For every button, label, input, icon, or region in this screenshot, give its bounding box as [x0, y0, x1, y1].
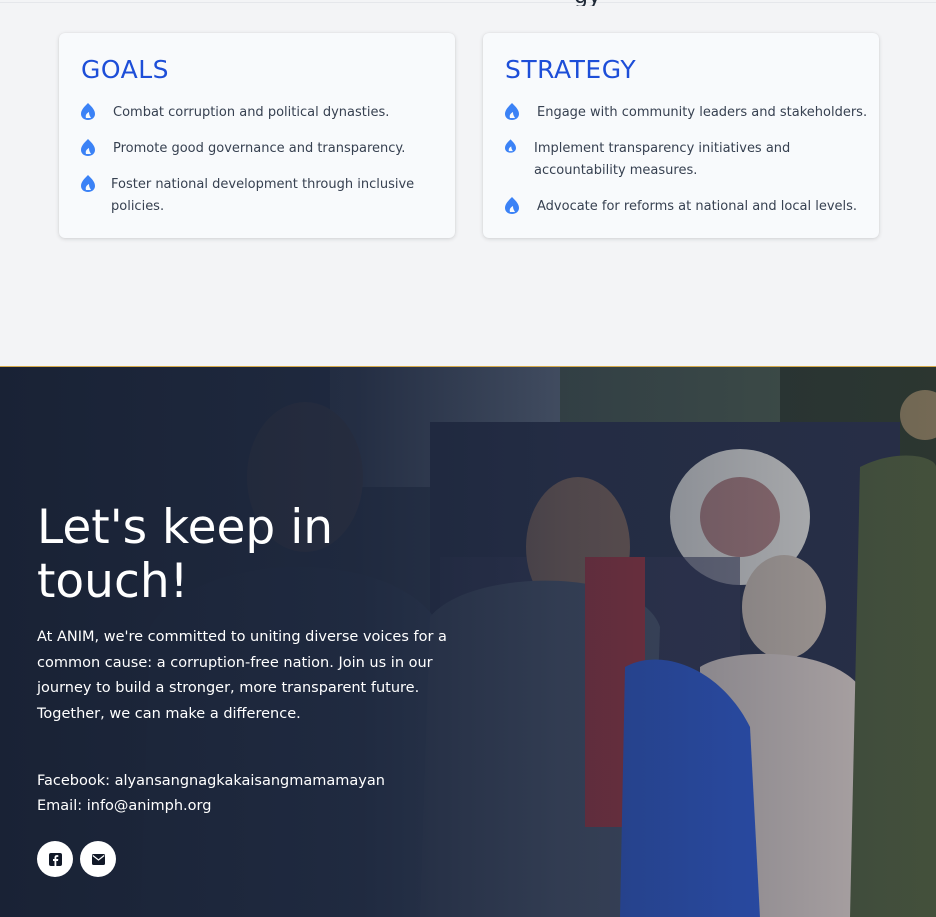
- strategy-card: STRATEGY Engage with community leaders a…: [483, 33, 879, 238]
- strategy-title: STRATEGY: [505, 55, 637, 84]
- contact-info: Facebook: alyansangnagkakaisangmamamayan…: [37, 769, 385, 819]
- flame-icon: [505, 197, 519, 214]
- section-heading-fragment: gy: [574, 0, 614, 6]
- facebook-icon: [48, 852, 62, 866]
- facebook-button[interactable]: [37, 841, 73, 877]
- goals-item-text: Foster national development through incl…: [111, 177, 415, 214]
- contact-footer: Let's keep in touch! At ANIM, we're comm…: [0, 366, 936, 917]
- section-divider: [0, 2, 936, 3]
- goals-item-text: Combat corruption and political dynastie…: [113, 105, 390, 120]
- flame-icon: [81, 139, 95, 156]
- flame-icon: [81, 175, 95, 192]
- mail-icon: [91, 853, 105, 865]
- goals-item: Promote good governance and transparency…: [81, 138, 441, 160]
- email-button[interactable]: [80, 841, 116, 877]
- footer-title: Let's keep in touch!: [37, 500, 334, 609]
- strategy-item: Engage with community leaders and stakeh…: [505, 102, 875, 124]
- flame-icon: [81, 103, 95, 120]
- strategy-item-text: Engage with community leaders and stakeh…: [537, 105, 868, 120]
- goals-item: Foster national development through incl…: [81, 174, 421, 218]
- strategy-item-text: Implement transparency initiatives and a…: [534, 141, 791, 178]
- goals-item-text: Promote good governance and transparency…: [113, 141, 406, 156]
- footer-description: At ANIM, we're committed to uniting dive…: [37, 629, 447, 722]
- flame-icon: [505, 139, 516, 153]
- strategy-item: Advocate for reforms at national and loc…: [505, 196, 875, 218]
- facebook-contact: Facebook: alyansangnagkakaisangmamamayan: [37, 773, 385, 789]
- strategy-item: Implement transparency initiatives and a…: [505, 138, 805, 182]
- goals-strategy-section: gy GOALS Combat corruption and political…: [0, 0, 936, 366]
- flame-icon: [505, 103, 519, 120]
- strategy-item-text: Advocate for reforms at national and loc…: [537, 199, 858, 214]
- goals-item: Combat corruption and political dynastie…: [81, 102, 441, 124]
- goals-card: GOALS Combat corruption and political dy…: [59, 33, 455, 238]
- goals-title: GOALS: [81, 55, 170, 84]
- email-contact: Email: info@animph.org: [37, 798, 212, 814]
